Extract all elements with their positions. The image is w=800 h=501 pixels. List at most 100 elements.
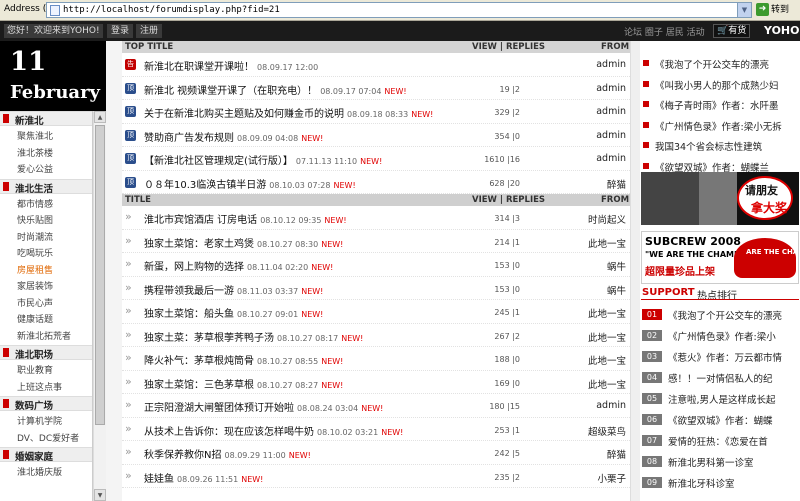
- thread-title[interactable]: 独家土菜馆：三色茅草根: [144, 380, 254, 391]
- thread-title-link[interactable]: 【新淮北社区管理规定(试行版）】 07.11.13 11:10 NEW!: [144, 152, 382, 167]
- thread-title[interactable]: 【新淮北社区管理规定(试行版）】: [144, 156, 293, 167]
- thread-title-link[interactable]: 淮北市宾馆酒店 订房电话 08.10.12 09:35 NEW!: [144, 211, 347, 226]
- thread-title-link[interactable]: 降火补气：茅草根炖筒骨 08.10.27 08:55 NEW!: [144, 352, 343, 367]
- ranking-item[interactable]: 07 爱情的狂热：《恋爱在首: [641, 431, 799, 452]
- thread-author[interactable]: admin: [596, 400, 626, 411]
- thread-title[interactable]: 关于在新淮北购买主题贴及如何赚金币的说明: [144, 109, 344, 120]
- thread-title-link[interactable]: 独家土菜馆：三色茅草根 08.10.27 08:27 NEW!: [144, 376, 343, 391]
- sidebar-item[interactable]: 新淮北拓荒者: [0, 329, 92, 346]
- side-list-item[interactable]: 《我泡了个开公交车的漂亮: [640, 55, 800, 76]
- register-button[interactable]: 注册: [136, 24, 163, 38]
- side-list-item[interactable]: 《广州情色录》作者:梁小无拆: [640, 117, 800, 138]
- sidebar-item[interactable]: 吃喝玩乐: [0, 246, 92, 263]
- thread-title[interactable]: 独家土菜馆：船头鱼: [144, 309, 234, 320]
- ranking-text[interactable]: 《惹火》作者：万云都市情: [668, 350, 782, 364]
- thread-title[interactable]: 赞助商广告发布规则: [144, 133, 234, 144]
- thread-title[interactable]: 独家土菜馆：老家土鸡煲: [144, 239, 254, 250]
- side-list-item[interactable]: 《叫我小男人的那个成熟少妇: [640, 76, 800, 97]
- sidebar-section[interactable]: 淮北职场: [0, 345, 92, 361]
- promo-banner[interactable]: 请朋友 拿大奖: [641, 172, 799, 225]
- ranking-text[interactable]: 爱情的狂热：《恋爱在首: [668, 434, 768, 448]
- thread-title[interactable]: 独家土菜：茅草根荸荠鸭子汤: [144, 333, 274, 344]
- sidebar-section[interactable]: 婚姻家庭: [0, 447, 92, 463]
- thread-title[interactable]: 携程带领我最后一游: [144, 286, 234, 297]
- sidebar-item[interactable]: 淮北茶楼: [0, 146, 92, 163]
- ranking-text[interactable]: 注意啦,男人是这样成长起: [668, 392, 776, 406]
- thread-author[interactable]: 醉猫: [607, 447, 626, 461]
- side-list-text[interactable]: 我国34个省会标志性建筑: [655, 139, 762, 153]
- sidebar-item[interactable]: 计算机学院: [0, 414, 92, 431]
- thread-title-link[interactable]: 新淮北 视频课堂开课了（在职充电）！ 08.09.17 07:04 NEW!: [144, 82, 407, 97]
- thread-title-link[interactable]: 关于在新淮北购买主题贴及如何赚金币的说明 08.09.18 08:33 NEW!: [144, 105, 433, 120]
- thread-title[interactable]: ０８年10.3临涣古镇半日游: [144, 180, 266, 191]
- side-list-text[interactable]: 《我泡了个开公交车的漂亮: [655, 57, 769, 71]
- thread-title-link[interactable]: 新淮北在职课堂开课啦！ 08.09.17 12:00: [144, 58, 318, 73]
- ranking-item[interactable]: 04 感！！一对情侣私人的纪: [641, 368, 799, 389]
- thread-author[interactable]: 小栗子: [597, 471, 626, 485]
- ranking-item[interactable]: 05 注意啦,男人是这样成长起: [641, 389, 799, 410]
- ranking-item[interactable]: 02 《广州情色录》作者:梁小: [641, 326, 799, 347]
- thread-author[interactable]: 醉猫: [607, 177, 626, 191]
- thread-title[interactable]: 淮北市宾馆酒店 订房电话: [144, 215, 257, 226]
- thread-title[interactable]: 新蛋，网上购物的选择: [144, 262, 244, 273]
- thread-author[interactable]: admin: [596, 153, 626, 164]
- ranking-item[interactable]: 08 新淮北男科第一诊室: [641, 452, 799, 473]
- side-list-text[interactable]: 《广州情色录》作者:梁小无拆: [655, 119, 782, 133]
- thread-author[interactable]: admin: [596, 106, 626, 117]
- thread-title[interactable]: 新淮北 视频课堂开课了（在职充电）！: [144, 86, 317, 97]
- thread-author[interactable]: admin: [596, 83, 626, 94]
- thread-author[interactable]: 超级菜鸟: [588, 424, 626, 438]
- thread-author[interactable]: admin: [596, 130, 626, 141]
- ranking-item[interactable]: 01 《我泡了个开公交车的漂亮: [641, 305, 799, 326]
- cart-button[interactable]: 🛒有货: [713, 24, 751, 38]
- sidebar-item[interactable]: 爱心公益: [0, 162, 92, 179]
- sidebar-item[interactable]: 时尚潮流: [0, 230, 92, 247]
- sidebar-item[interactable]: 淮北婚庆版: [0, 465, 92, 482]
- sidebar-item[interactable]: 家居装饰: [0, 279, 92, 296]
- side-list-text[interactable]: 《叫我小男人的那个成熟少妇: [655, 78, 779, 92]
- thread-author[interactable]: 此地一宝: [588, 353, 626, 367]
- thread-title[interactable]: 正宗阳澄湖大闸蟹团体预订开始啦: [144, 403, 294, 414]
- thread-title-link[interactable]: 独家土菜馆：船头鱼 08.10.27 09:01 NEW!: [144, 305, 323, 320]
- ranking-text[interactable]: 感！！一对情侣私人的纪: [668, 371, 773, 385]
- top-right-links[interactable]: 论坛 圈子 居民 活动: [624, 25, 705, 38]
- thread-author[interactable]: 此地一宝: [588, 236, 626, 250]
- login-button[interactable]: 登录: [107, 24, 134, 38]
- thread-title[interactable]: 降火补气：茅草根炖筒骨: [144, 356, 254, 367]
- ranking-item[interactable]: 06 《欲望双城》作者：蝴蝶: [641, 410, 799, 431]
- sidebar-item[interactable]: 快乐贴图: [0, 213, 92, 230]
- thread-title-link[interactable]: 携程带领我最后一游 08.11.03 03:37 NEW!: [144, 282, 323, 297]
- sidebar-item[interactable]: 房屋租售: [0, 263, 92, 280]
- sidebar-item[interactable]: 职业教育: [0, 363, 92, 380]
- site-logo[interactable]: YOHO..: [764, 24, 800, 37]
- sidebar-section[interactable]: 新淮北: [0, 111, 92, 127]
- thread-title[interactable]: 新淮北在职课堂开课啦！: [144, 62, 254, 73]
- thread-title[interactable]: 秋季保养教你N招: [144, 450, 221, 461]
- thread-title-link[interactable]: 独家土菜：茅草根荸荠鸭子汤 08.10.27 08:17 NEW!: [144, 329, 363, 344]
- ranking-text[interactable]: 《我泡了个开公交车的漂亮: [668, 308, 782, 322]
- chevron-down-icon[interactable]: ▼: [737, 3, 751, 17]
- thread-title-link[interactable]: ０８年10.3临涣古镇半日游 08.10.03 07:28 NEW!: [144, 176, 356, 191]
- sidebar-item[interactable]: DV、DC爱好者: [0, 431, 92, 448]
- thread-title[interactable]: 从技术上告诉你：现在应该怎样喝牛奶: [144, 427, 314, 438]
- thread-author[interactable]: 时尚起义: [588, 212, 626, 226]
- thread-author[interactable]: 蜗牛: [607, 283, 626, 297]
- ranking-text[interactable]: 新淮北牙科诊室: [668, 476, 735, 490]
- sidebar-section[interactable]: 数码广场: [0, 396, 92, 412]
- url-input[interactable]: http://localhost/forumdisplay.php?fid=21…: [46, 2, 752, 18]
- subcrew-banner[interactable]: SUBCREW 2008 "WE ARE THE CHAMPIONS" 超限量珍…: [641, 231, 799, 284]
- sidebar-item[interactable]: 上班这点事: [0, 380, 92, 397]
- scroll-down-icon[interactable]: ▼: [94, 489, 106, 501]
- thread-author[interactable]: 蜗牛: [607, 259, 626, 273]
- side-list-item[interactable]: 《梅子青时雨》作者：水阡墨: [640, 96, 800, 117]
- sidebar-section[interactable]: 淮北生活: [0, 178, 92, 195]
- sidebar-item[interactable]: 健康话题: [0, 312, 92, 329]
- thread-title-link[interactable]: 新蛋，网上购物的选择 08.11.04 02:20 NEW!: [144, 258, 333, 273]
- thread-title[interactable]: 娃娃鱼: [144, 474, 174, 485]
- sidebar-item[interactable]: 聚焦淮北: [0, 129, 92, 146]
- ranking-text[interactable]: 新淮北男科第一诊室: [668, 455, 754, 469]
- thread-title-link[interactable]: 正宗阳澄湖大闸蟹团体预订开始啦 08.08.24 03:04 NEW!: [144, 399, 383, 414]
- sidebar-item[interactable]: 都市情感: [0, 197, 92, 214]
- sidebar-item[interactable]: 市民心声: [0, 296, 92, 313]
- thread-author[interactable]: 此地一宝: [588, 330, 626, 344]
